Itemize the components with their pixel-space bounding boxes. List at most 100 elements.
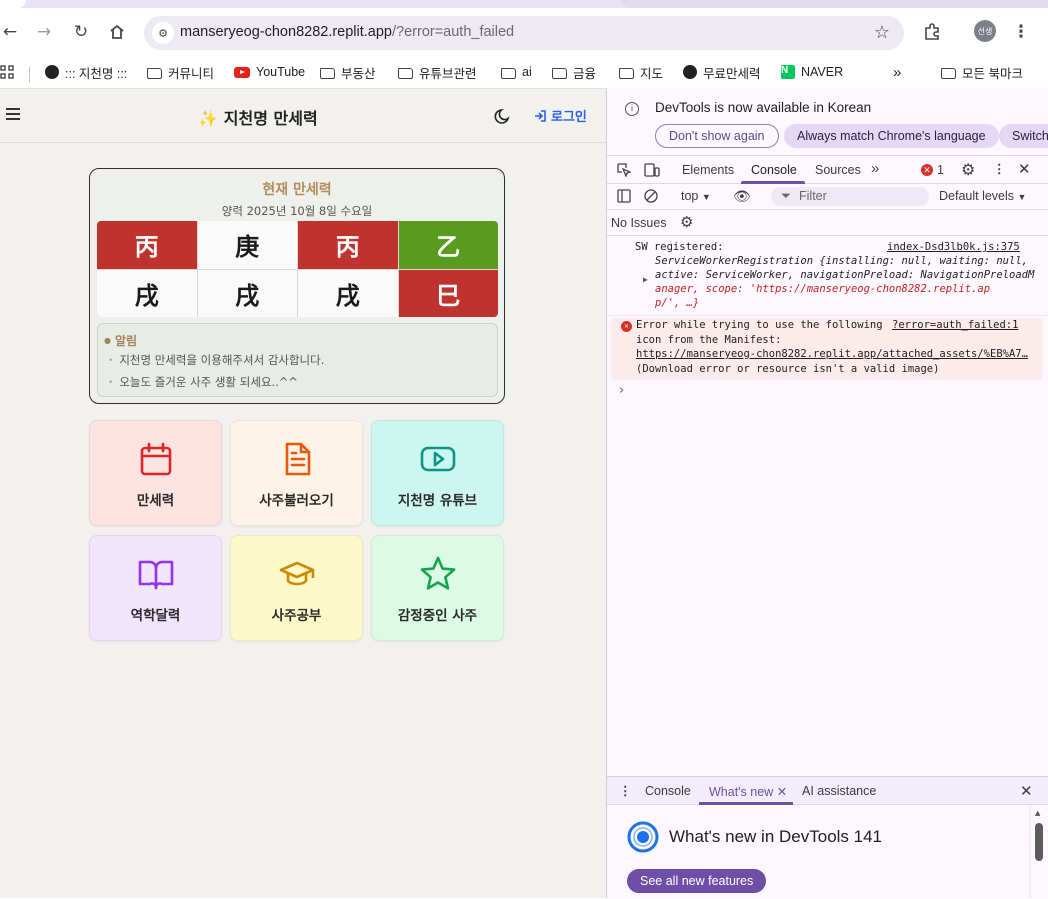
error-icon: ✕ <box>921 164 933 176</box>
bookmark-jicheonmyeong[interactable]: ::: 지천명 ::: <box>45 61 127 83</box>
drawer-menu-icon[interactable]: ⋮ <box>619 783 632 798</box>
menu-load-saju-button[interactable]: 사주불러오기 <box>230 420 363 526</box>
bookmarks-bar: ::: 지천명 ::: 커뮤니티 YouTube 부동산 유튜브관련 ai 금융… <box>0 56 1048 88</box>
pillars-grid: 丙 庚 丙 乙 戌 戌 戌 巳 <box>97 221 498 317</box>
switch-language-button[interactable]: Switch <box>999 124 1048 148</box>
log-object-line: active: ServiceWorker, navigationPreload… <box>655 269 1035 281</box>
tab-elements[interactable]: Elements <box>682 163 734 177</box>
device-toolbar-icon[interactable] <box>644 163 660 180</box>
menu-youtube-button[interactable]: 지천명 유튜브 <box>371 420 504 526</box>
bookmark-youtube-related[interactable]: 유튜브관련 <box>398 61 477 83</box>
menu-yeokhak-calendar-button[interactable]: 역학달력 <box>89 535 222 641</box>
sidebar-toggle-icon[interactable] <box>617 189 631 206</box>
tab-sources[interactable]: Sources <box>815 163 861 177</box>
bookmark-star-icon[interactable]: ☆ <box>874 22 890 43</box>
clear-console-icon[interactable] <box>644 189 658 206</box>
console-filter-input[interactable]: ⏷ Filter <box>771 187 929 206</box>
issues-bar: No Issues ⚙ <box>607 210 1048 236</box>
tab-strip <box>0 0 1048 8</box>
devtools-menu-icon[interactable]: ⋮ <box>993 161 1006 176</box>
log-message: SW registered: <box>635 241 724 253</box>
folder-icon <box>501 67 516 79</box>
reload-icon[interactable]: ↻ <box>69 20 93 44</box>
address-bar[interactable]: ⚙ manseryeog-chon8282.replit.app/?error=… <box>144 16 904 50</box>
error-message: (Download error or resource isn't a vali… <box>636 363 940 375</box>
drawer-tab-whats-new[interactable]: What's new ✕ <box>709 784 787 799</box>
live-expression-eye-icon[interactable]: 👁 <box>733 188 751 205</box>
scroll-up-icon[interactable]: ▲ <box>1035 809 1040 817</box>
more-tabs-icon[interactable]: » <box>871 160 879 177</box>
folder-icon <box>941 67 956 79</box>
bookmark-free-manseryeok[interactable]: 무료만세력 <box>683 61 761 83</box>
dark-mode-moon-icon[interactable] <box>494 107 512 125</box>
error-url-link[interactable]: https://manseryeog-chon8282.replit.app/a… <box>636 348 1028 360</box>
tab-console[interactable]: Console <box>751 163 797 177</box>
match-language-button[interactable]: Always match Chrome's language <box>784 124 999 148</box>
bookmark-label: 금융 <box>573 66 597 81</box>
bookmark-map[interactable]: 지도 <box>619 61 663 83</box>
pillar-cell: 庚 <box>197 221 297 269</box>
bookmark-community[interactable]: 커뮤니티 <box>147 61 214 83</box>
browser-menu-icon[interactable]: ⋮ <box>1009 20 1033 44</box>
site-info-icon[interactable]: ⚙ <box>152 22 174 44</box>
pillar-cell: 戌 <box>197 269 297 317</box>
bookmark-finance[interactable]: 금융 <box>552 61 596 83</box>
dont-show-again-button[interactable]: Don't show again <box>655 124 779 148</box>
bookmarks-separator <box>29 67 30 83</box>
context-selector[interactable]: top ▼ <box>681 189 711 203</box>
pillar-cell: 乙 <box>398 221 498 269</box>
menu-evaluating-saju-button[interactable]: 감정중인 사주 <box>371 535 504 641</box>
drawer-scrollbar[interactable]: ▲ <box>1031 805 1048 899</box>
book-icon <box>138 560 174 590</box>
console-prompt-icon[interactable]: › <box>619 383 624 398</box>
scrollbar-thumb[interactable] <box>1035 823 1043 861</box>
menu-saju-study-button[interactable]: 사주공부 <box>230 535 363 641</box>
bookmark-youtube[interactable]: YouTube <box>234 61 305 83</box>
star-icon <box>420 556 456 590</box>
login-button[interactable]: 로그인 <box>533 106 587 125</box>
see-all-features-button[interactable]: See all new features <box>627 869 767 893</box>
url-text[interactable]: manseryeog-chon8282.replit.app/?error=au… <box>180 24 514 40</box>
forward-icon[interactable]: → <box>32 20 56 44</box>
close-devtools-icon[interactable]: ✕ <box>1018 160 1031 178</box>
drawer-tab-ai-assistance[interactable]: AI assistance <box>802 784 876 798</box>
bookmark-all[interactable]: 모든 북마크 <box>941 61 1023 83</box>
error-icon: ✕ <box>621 321 632 332</box>
menu-label: 지천명 유튜브 <box>397 493 478 509</box>
bookmark-label: 지도 <box>640 66 664 81</box>
profile-avatar[interactable]: 선생 <box>974 20 996 42</box>
error-source-link[interactable]: ?error=auth_failed:1 <box>892 319 1018 331</box>
inspect-element-icon[interactable] <box>617 163 632 180</box>
bookmark-label: YouTube <box>256 65 306 79</box>
bookmark-ai[interactable]: ai <box>501 61 532 83</box>
error-counter[interactable]: ✕ 1 <box>921 163 944 177</box>
bookmark-realestate[interactable]: 부동산 <box>320 61 376 83</box>
issues-settings-gear-icon[interactable]: ⚙ <box>680 213 693 231</box>
pillar-cell: 戌 <box>97 269 197 317</box>
back-icon[interactable]: ← <box>0 20 22 44</box>
bookmark-naver[interactable]: N NAVER <box>781 61 843 83</box>
button-label: Always match Chrome's language <box>797 129 986 143</box>
settings-gear-icon[interactable]: ⚙ <box>961 160 975 180</box>
home-icon[interactable] <box>105 20 129 44</box>
drawer-tab-console[interactable]: Console <box>645 784 691 798</box>
close-tab-icon[interactable]: ✕ <box>777 785 787 799</box>
browser-toolbar: ← → ↻ ⚙ manseryeog-chon8282.replit.app/?… <box>0 8 1048 56</box>
pillar-cell: 戌 <box>298 269 398 317</box>
bookmark-label: 커뮤니티 <box>168 66 215 81</box>
notice-line: 지천명 만세력을 이용해주셔서 감사합니다. <box>108 352 324 368</box>
console-filter-bar: top ▼ 👁 ⏷ Filter Default levels ▼ <box>607 184 1048 210</box>
bookmark-label: 유튜브관련 <box>419 66 477 81</box>
info-icon: i <box>625 102 639 116</box>
expand-triangle-icon[interactable]: ▶ <box>643 275 648 284</box>
folder-icon <box>552 67 567 79</box>
extensions-icon[interactable] <box>920 20 944 44</box>
log-source-link[interactable]: index-Dsd3lb0k.js:375 <box>887 241 1020 253</box>
apps-grid-icon[interactable] <box>0 61 14 83</box>
bookmarks-overflow-icon[interactable]: » <box>893 61 901 83</box>
menu-manseryeok-button[interactable]: 만세력 <box>89 420 222 526</box>
document-icon <box>285 442 311 476</box>
log-levels-dropdown[interactable]: Default levels ▼ <box>939 189 1026 203</box>
close-drawer-icon[interactable]: ✕ <box>1020 782 1033 800</box>
url-host: manseryeog-chon8282.replit.app <box>180 24 392 40</box>
